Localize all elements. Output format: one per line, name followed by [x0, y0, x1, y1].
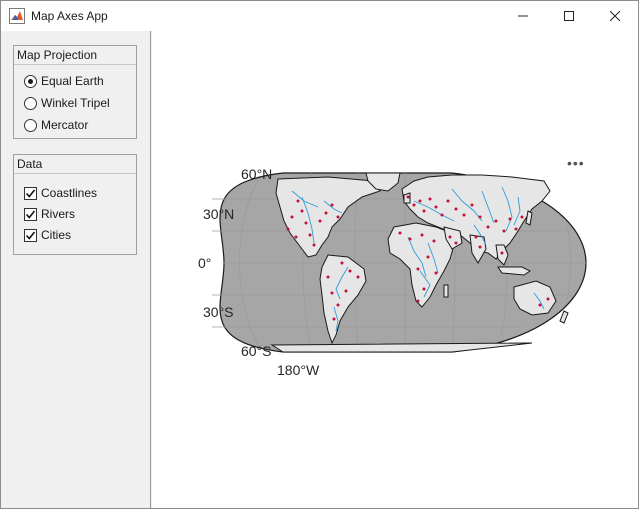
map-panel: ••• 60°N 30°N 0° 30°S 60°S 180°W	[152, 31, 638, 508]
radio-button[interactable]	[24, 96, 37, 110]
checkbox-cities[interactable]: Cities	[24, 226, 71, 244]
minimize-icon	[518, 15, 528, 17]
data-group: Data Coastlines Rivers Cities	[13, 154, 137, 255]
checkbox[interactable]	[24, 207, 37, 221]
checkmark-icon	[25, 210, 36, 219]
window-title: Map Axes App	[31, 9, 108, 23]
radio-button-selected[interactable]	[24, 74, 37, 88]
lat-label-0: 0°	[198, 255, 211, 271]
map-axes[interactable]: 60°N 30°N 0° 30°S 60°S 180°W	[152, 31, 638, 508]
close-icon	[610, 11, 620, 21]
lat-label-30s: 30°S	[203, 304, 234, 320]
checkbox-coastlines[interactable]: Coastlines	[24, 184, 97, 202]
maximize-icon	[564, 11, 574, 21]
checkbox-rivers[interactable]: Rivers	[24, 205, 75, 223]
radio-label: Winkel Tripel	[41, 96, 110, 110]
checkbox-label: Cities	[41, 228, 72, 242]
lat-label-30n: 30°N	[203, 206, 234, 222]
radio-mercator[interactable]: Mercator	[24, 116, 88, 134]
radio-winkel-tripel[interactable]: Winkel Tripel	[24, 94, 110, 112]
map-projection-title: Map Projection	[14, 46, 136, 65]
checkbox-label: Rivers	[41, 207, 76, 221]
checkmark-icon	[25, 189, 36, 198]
matlab-app-icon	[9, 8, 25, 24]
data-title: Data	[14, 155, 136, 174]
lat-label-60n: 60°N	[241, 166, 272, 182]
close-button[interactable]	[592, 1, 638, 31]
controls-panel: Map Projection Equal Earth Winkel Tripel…	[1, 31, 151, 508]
radio-button[interactable]	[24, 118, 37, 132]
new-zealand	[559, 310, 569, 324]
checkbox[interactable]	[24, 186, 37, 200]
maximize-button[interactable]	[546, 1, 592, 31]
radio-equal-earth[interactable]: Equal Earth	[24, 72, 104, 90]
checkbox-label: Coastlines	[41, 186, 98, 200]
minimize-button[interactable]	[500, 1, 546, 31]
map-projection-group: Map Projection Equal Earth Winkel Tripel…	[13, 45, 137, 139]
checkmark-icon	[25, 231, 36, 240]
checkbox[interactable]	[24, 228, 37, 242]
radio-label: Equal Earth	[41, 74, 104, 88]
madagascar	[443, 284, 449, 298]
lon-label-180w: 180°W	[277, 362, 320, 378]
title-bar[interactable]: Map Axes App	[1, 1, 638, 31]
antarctica	[270, 342, 533, 353]
app-window: Map Axes App Map Projection Equal Earth …	[0, 0, 639, 509]
radio-label: Mercator	[41, 118, 89, 132]
lat-label-60s: 60°S	[241, 343, 272, 359]
